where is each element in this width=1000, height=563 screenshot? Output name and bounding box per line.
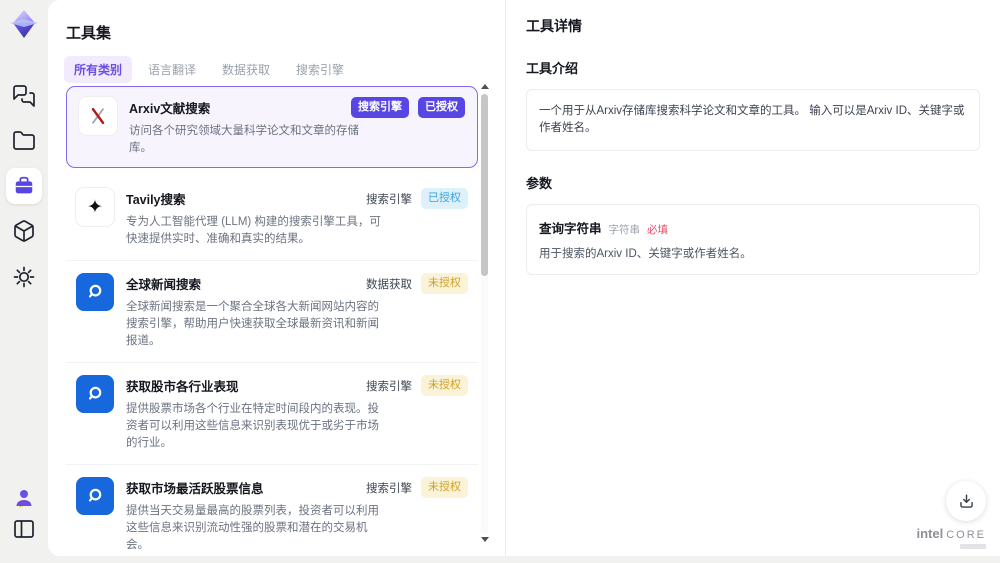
blue-search-bubble-icon xyxy=(76,477,114,515)
auth-badge: 已授权 xyxy=(418,97,465,118)
tool-card-main: 获取股市各行业表现 搜索引擎 未授权 提供股票市场各个行业在特定时间段内的表现。… xyxy=(126,375,468,452)
intel-sub-badge xyxy=(960,544,986,549)
tool-card-main: 全球新闻搜索 数据获取 未授权 全球新闻搜索是一个聚合全球各大新闻网站内容的搜索… xyxy=(126,273,468,350)
app-window: 工具集 所有类别 语言翻译 数据获取 搜索引擎 Arxiv文献搜索 搜索引擎 已… xyxy=(0,0,1000,563)
detail-title: 工具详情 xyxy=(526,18,582,34)
category-label: 搜索引擎 xyxy=(366,193,412,206)
tavily-star-icon: ✦ xyxy=(76,188,114,226)
gear-icon[interactable] xyxy=(12,265,36,289)
auth-badge: 未授权 xyxy=(421,375,468,396)
main-panel: 工具集 所有类别 语言翻译 数据获取 搜索引擎 Arxiv文献搜索 搜索引擎 已… xyxy=(48,0,1000,556)
param-desc: 用于搜索的Arxiv ID、关键字或作者姓名。 xyxy=(539,248,752,260)
folder-icon[interactable] xyxy=(12,129,36,153)
tool-detail-section: 工具详情 工具介绍 一个用于从Arxiv存储库搜索科学论文和文章的工具。 输入可… xyxy=(505,0,1000,556)
intro-box: 一个用于从Arxiv存储库搜索科学论文和文章的工具。 输入可以是Arxiv ID… xyxy=(526,89,980,151)
intro-section-title: 工具介绍 xyxy=(526,61,579,76)
intel-core-logo: intel CORE xyxy=(916,527,986,549)
tool-desc: 提供当天交易量最高的股票列表，投资者可以利用这些信息来识别流动性强的股票和潜在的… xyxy=(126,505,379,551)
left-rail xyxy=(0,0,48,563)
list-scrollbar[interactable] xyxy=(480,84,489,542)
user-avatar-icon[interactable] xyxy=(12,486,36,510)
scroll-down-arrow-icon[interactable] xyxy=(481,537,489,542)
auth-badge: 未授权 xyxy=(421,273,468,294)
tool-name: Arxiv文献搜索 xyxy=(129,102,211,116)
cube-icon[interactable] xyxy=(12,219,36,243)
core-wordmark: CORE xyxy=(946,529,986,541)
param-required-flag: 必填 xyxy=(647,224,669,236)
tool-desc: 访问各个研究领域大量科学论文和文章的存储库。 xyxy=(129,125,359,154)
tool-desc: 提供股票市场各个行业在特定时间段内的表现。投资者可以利用这些信息来识别表现优于或… xyxy=(126,403,379,449)
tool-desc: 全球新闻搜索是一个聚合全球各大新闻网站内容的搜索引擎，帮助用户快速获取全球最新资… xyxy=(126,301,379,347)
tool-card-main: 获取市场最活跃股票信息 搜索引擎 未授权 提供当天交易量最高的股票列表，投资者可… xyxy=(126,477,468,554)
category-label: 搜索引擎 xyxy=(366,482,412,495)
param-box: 查询字符串 字符串 必填 用于搜索的Arxiv ID、关键字或作者姓名。 xyxy=(526,204,980,275)
tool-card-main: Arxiv文献搜索 搜索引擎 已授权 访问各个研究领域大量科学论文和文章的存储库… xyxy=(129,97,465,157)
auth-badge: 已授权 xyxy=(421,188,468,209)
chat-icon[interactable] xyxy=(12,84,36,108)
param-type: 字符串 xyxy=(608,224,641,236)
tab-all-categories[interactable]: 所有类别 xyxy=(64,56,133,83)
auth-badge: 未授权 xyxy=(421,477,468,498)
tool-card-global-news[interactable]: 全球新闻搜索 数据获取 未授权 全球新闻搜索是一个聚合全球各大新闻网站内容的搜索… xyxy=(66,261,478,363)
tool-card-sector-performance[interactable]: 获取股市各行业表现 搜索引擎 未授权 提供股票市场各个行业在特定时间段内的表现。… xyxy=(66,363,478,465)
tool-list-section: 工具集 所有类别 语言翻译 数据获取 搜索引擎 Arxiv文献搜索 搜索引擎 已… xyxy=(48,0,505,556)
app-logo-icon xyxy=(8,8,40,40)
param-name: 查询字符串 xyxy=(539,222,602,236)
params-section-title: 参数 xyxy=(526,176,553,191)
tool-card-arxiv[interactable]: Arxiv文献搜索 搜索引擎 已授权 访问各个研究领域大量科学论文和文章的存储库… xyxy=(66,86,478,168)
tool-card-tavily[interactable]: ✦ Tavily搜索 搜索引擎 已授权 专为人工智能代理 (LLM) 构建的搜索… xyxy=(66,176,478,261)
blue-search-bubble-icon xyxy=(76,375,114,413)
tool-card-main: Tavily搜索 搜索引擎 已授权 专为人工智能代理 (LLM) 构建的搜索引擎… xyxy=(126,188,468,248)
tool-card-list: Arxiv文献搜索 搜索引擎 已授权 访问各个研究领域大量科学论文和文章的存储库… xyxy=(66,86,478,556)
category-label: 搜索引擎 xyxy=(366,380,412,393)
intel-wordmark: intel xyxy=(916,526,944,541)
page-title: 工具集 xyxy=(66,25,112,42)
tab-translation[interactable]: 语言翻译 xyxy=(138,56,206,83)
tool-name: Tavily搜索 xyxy=(126,193,186,207)
download-button[interactable] xyxy=(946,481,986,521)
tab-data-fetch[interactable]: 数据获取 xyxy=(212,56,280,83)
tool-name: 获取市场最活跃股票信息 xyxy=(126,482,264,496)
category-badge: 搜索引擎 xyxy=(351,97,409,118)
tool-name: 全球新闻搜索 xyxy=(126,278,202,292)
panel-toggle-icon[interactable] xyxy=(12,517,36,541)
scroll-up-arrow-icon[interactable] xyxy=(481,84,489,89)
download-icon xyxy=(959,493,973,508)
intro-text: 一个用于从Arxiv存储库搜索科学论文和文章的工具。 输入可以是Arxiv ID… xyxy=(539,105,965,134)
category-label: 数据获取 xyxy=(366,278,412,291)
tool-name: 获取股市各行业表现 xyxy=(126,380,239,394)
scrollbar-thumb[interactable] xyxy=(481,94,488,276)
tool-card-most-active-stocks[interactable]: 获取市场最活跃股票信息 搜索引擎 未授权 提供当天交易量最高的股票列表，投资者可… xyxy=(66,465,478,556)
blue-search-bubble-icon xyxy=(76,273,114,311)
category-tabs: 所有类别 语言翻译 数据获取 搜索引擎 xyxy=(64,56,354,83)
arxiv-icon xyxy=(79,97,117,135)
tool-desc: 专为人工智能代理 (LLM) 构建的搜索引擎工具，可快速提供实时、准确和真实的结… xyxy=(126,216,381,245)
toolbox-icon[interactable] xyxy=(6,168,42,204)
tab-search-engine[interactable]: 搜索引擎 xyxy=(286,56,354,83)
